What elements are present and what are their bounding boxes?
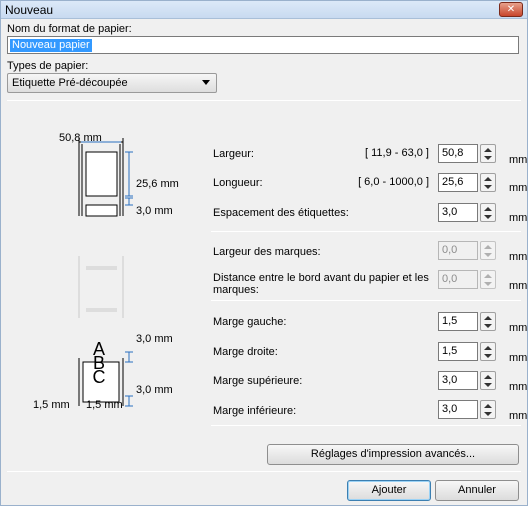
espacement-unit: mm (509, 212, 528, 224)
letter-c: C (92, 367, 106, 387)
paper-type-select[interactable]: Etiquette Pré-découpée (7, 73, 217, 93)
marge-superieure-label: Marge supérieure: (213, 375, 303, 387)
largeur-marques-input[interactable]: 0,0 (438, 241, 478, 260)
margin-left-dimension: 1,5 mm (33, 399, 70, 411)
largeur-range: [ 11,9 - 63,0 ] (364, 147, 429, 159)
espacement-label: Espacement des étiquettes: (213, 207, 349, 219)
divider-margins (211, 300, 521, 301)
longueur-input[interactable]: 25,6 (438, 173, 478, 192)
distance-marques-spinner[interactable]: 0,0 (438, 270, 496, 289)
spin-down-icon[interactable] (484, 215, 492, 219)
spin-down-icon[interactable] (484, 324, 492, 328)
spin-up-icon[interactable] (484, 404, 492, 408)
marge-superieure-spin-buttons[interactable] (480, 371, 496, 390)
spin-up-icon[interactable] (484, 274, 492, 278)
spin-up-icon[interactable] (484, 148, 492, 152)
marge-inferieure-label: Marge inférieure: (213, 405, 297, 417)
marge-inferieure-spin-buttons[interactable] (480, 400, 496, 419)
marks-diagram (78, 256, 124, 318)
largeur-spin-buttons[interactable] (480, 144, 496, 163)
length-dimension: 25,6 mm (136, 178, 179, 190)
margin-bottom-dimension: 3,0 mm (136, 384, 173, 396)
paper-name-label: Nom du format de papier: (7, 23, 132, 35)
spin-down-icon[interactable] (484, 253, 492, 257)
largeur-input[interactable]: 50,8 (438, 144, 478, 163)
spin-down-icon[interactable] (484, 185, 492, 189)
marge-gauche-label: Marge gauche: (213, 316, 287, 328)
close-icon: ✕ (506, 4, 516, 15)
spin-up-icon[interactable] (484, 375, 492, 379)
largeur-spinner[interactable]: 50,8 (438, 144, 496, 163)
marge-droite-spinner[interactable]: 1,5 (438, 342, 496, 361)
spin-up-icon[interactable] (484, 245, 492, 249)
spin-up-icon[interactable] (484, 316, 492, 320)
marge-superieure-spinner[interactable]: 3,0 (438, 371, 496, 390)
divider-top (7, 100, 521, 101)
espacement-spin-buttons[interactable] (480, 203, 496, 222)
espacement-input[interactable]: 3,0 (438, 203, 478, 222)
longueur-spinner[interactable]: 25,6 (438, 173, 496, 192)
distance-marques-spin-buttons[interactable] (480, 270, 496, 289)
title-bar[interactable]: Nouveau ✕ (1, 1, 527, 19)
paper-type-label: Types de papier: (7, 60, 89, 72)
marge-superieure-unit: mm (509, 381, 528, 393)
spin-down-icon[interactable] (484, 383, 492, 387)
spin-down-icon[interactable] (484, 354, 492, 358)
largeur-marques-unit: mm (509, 251, 528, 263)
marge-inferieure-input[interactable]: 3,0 (438, 400, 478, 419)
spin-down-icon[interactable] (484, 156, 492, 160)
advanced-settings-button[interactable]: Réglages d'impression avancés... (267, 444, 519, 465)
marge-gauche-unit: mm (509, 322, 528, 334)
distance-marques-label-line1: Distance entre le bord avant du papier e… (213, 272, 429, 284)
marge-droite-label: Marge droite: (213, 346, 278, 358)
paper-name-input[interactable]: Nouveau papier (7, 36, 519, 54)
margin-top-dimension: 3,0 mm (136, 333, 173, 345)
marge-droite-spin-buttons[interactable] (480, 342, 496, 361)
divider-marks (211, 231, 521, 232)
marge-gauche-input[interactable]: 1,5 (438, 312, 478, 331)
label-diagram (78, 138, 133, 407)
longueur-range: [ 6,0 - 1000,0 ] (358, 176, 429, 188)
longueur-unit: mm (509, 182, 528, 194)
spacing-dimension: 3,0 mm (136, 205, 173, 217)
distance-marques-unit: mm (509, 280, 528, 292)
marge-inferieure-spinner[interactable]: 3,0 (438, 400, 496, 419)
marge-inferieure-unit: mm (509, 410, 528, 422)
divider-bottom (7, 471, 521, 472)
spin-down-icon[interactable] (484, 412, 492, 416)
dialog-window: Nouveau ✕ Nom du format de papier: Nouve… (0, 0, 528, 506)
largeur-marques-label: Largeur des marques: (213, 246, 321, 258)
marge-gauche-spinner[interactable]: 1,5 (438, 312, 496, 331)
margin-right-dimension: 1,5 mm (86, 399, 123, 411)
add-button[interactable]: Ajouter (347, 480, 431, 501)
abc-letters: A B C (91, 340, 107, 387)
marge-droite-unit: mm (509, 352, 528, 364)
width-dimension: 50,8 mm (59, 132, 102, 144)
spin-up-icon[interactable] (484, 207, 492, 211)
dialog-content: Nom du format de papier: Nouveau papier … (1, 20, 527, 505)
paper-type-value: Etiquette Pré-découpée (12, 77, 128, 89)
largeur-label: Largeur: (213, 148, 254, 160)
marge-gauche-spin-buttons[interactable] (480, 312, 496, 331)
largeur-unit: mm (509, 154, 528, 166)
window-title: Nouveau (5, 3, 54, 17)
longueur-label: Longueur: (213, 177, 263, 189)
label-dimension-diagram (78, 138, 133, 217)
espacement-spinner[interactable]: 3,0 (438, 203, 496, 222)
spin-up-icon[interactable] (484, 346, 492, 350)
marge-superieure-input[interactable]: 3,0 (438, 371, 478, 390)
largeur-marques-spin-buttons[interactable] (480, 241, 496, 260)
spin-up-icon[interactable] (484, 177, 492, 181)
close-button[interactable]: ✕ (499, 2, 523, 17)
marge-droite-input[interactable]: 1,5 (438, 342, 478, 361)
paper-name-value: Nouveau papier (10, 39, 92, 52)
distance-marques-input[interactable]: 0,0 (438, 270, 478, 289)
divider-advanced (211, 425, 521, 426)
cancel-button[interactable]: Annuler (435, 480, 519, 501)
distance-marques-label-line2: marques: (213, 284, 259, 296)
largeur-marques-spinner[interactable]: 0,0 (438, 241, 496, 260)
chevron-down-icon (202, 80, 210, 85)
longueur-spin-buttons[interactable] (480, 173, 496, 192)
spin-down-icon[interactable] (484, 282, 492, 286)
